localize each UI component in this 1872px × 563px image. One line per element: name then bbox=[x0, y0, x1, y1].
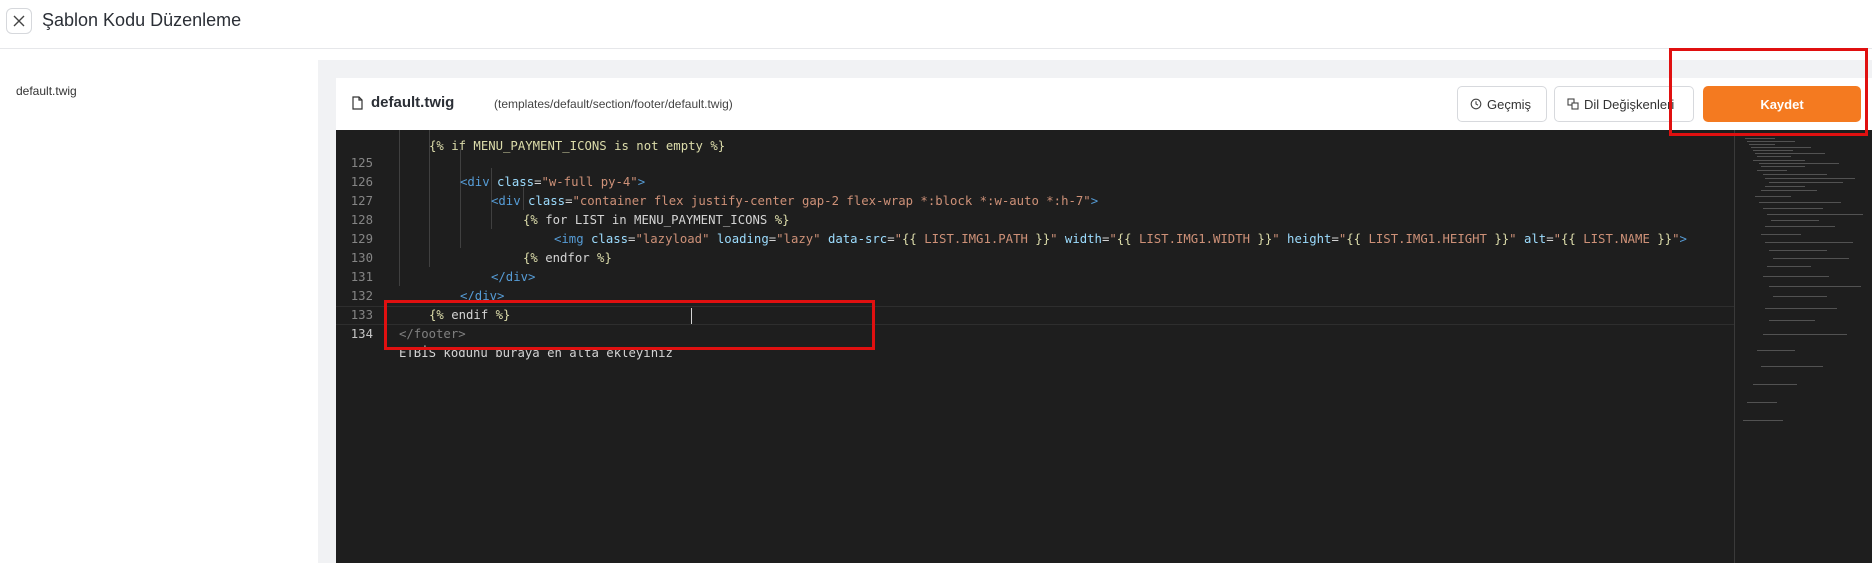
code-line: 132 {% endif %} bbox=[336, 268, 1734, 322]
history-label: Geçmiş bbox=[1487, 96, 1532, 112]
code-line: 127 {% for LIST in MENU_PAYMENT_ICONS %} bbox=[336, 173, 1734, 227]
page-title: Şablon Kodu Düzenleme bbox=[42, 10, 242, 30]
code-line: 131 </div> bbox=[336, 249, 1734, 303]
code-line: 128 <img class="lazyload" loading="lazy"… bbox=[336, 192, 1734, 246]
code-minimap[interactable] bbox=[1734, 130, 1872, 563]
file-sidebar bbox=[0, 49, 318, 563]
line-number: 134 bbox=[350, 327, 373, 341]
history-button[interactable]: Geçmiş bbox=[1457, 86, 1547, 122]
close-button[interactable] bbox=[6, 8, 32, 34]
sidebar-file-default-twig[interactable]: default.twig bbox=[16, 84, 77, 98]
translate-icon bbox=[1567, 98, 1579, 110]
code-line: 125 <div class="w-full py-4"> bbox=[336, 135, 1734, 189]
code-line: 126 <div class="container flex justify-c… bbox=[336, 154, 1734, 208]
language-variables-label: Dil Değişkenleri bbox=[1584, 96, 1675, 112]
file-icon bbox=[352, 96, 363, 110]
highlight-box-save bbox=[1669, 48, 1868, 136]
history-icon bbox=[1470, 98, 1482, 110]
file-path: (templates/default/section/footer/defaul… bbox=[494, 97, 733, 111]
top-bar: Şablon Kodu Düzenleme bbox=[0, 0, 1872, 49]
close-icon bbox=[13, 15, 25, 27]
highlight-box-inserted-line bbox=[384, 300, 875, 350]
code-line: 129 {% endfor %} bbox=[336, 211, 1734, 265]
file-name: default.twig bbox=[371, 94, 455, 111]
code-line: 130 </div> bbox=[336, 230, 1734, 284]
